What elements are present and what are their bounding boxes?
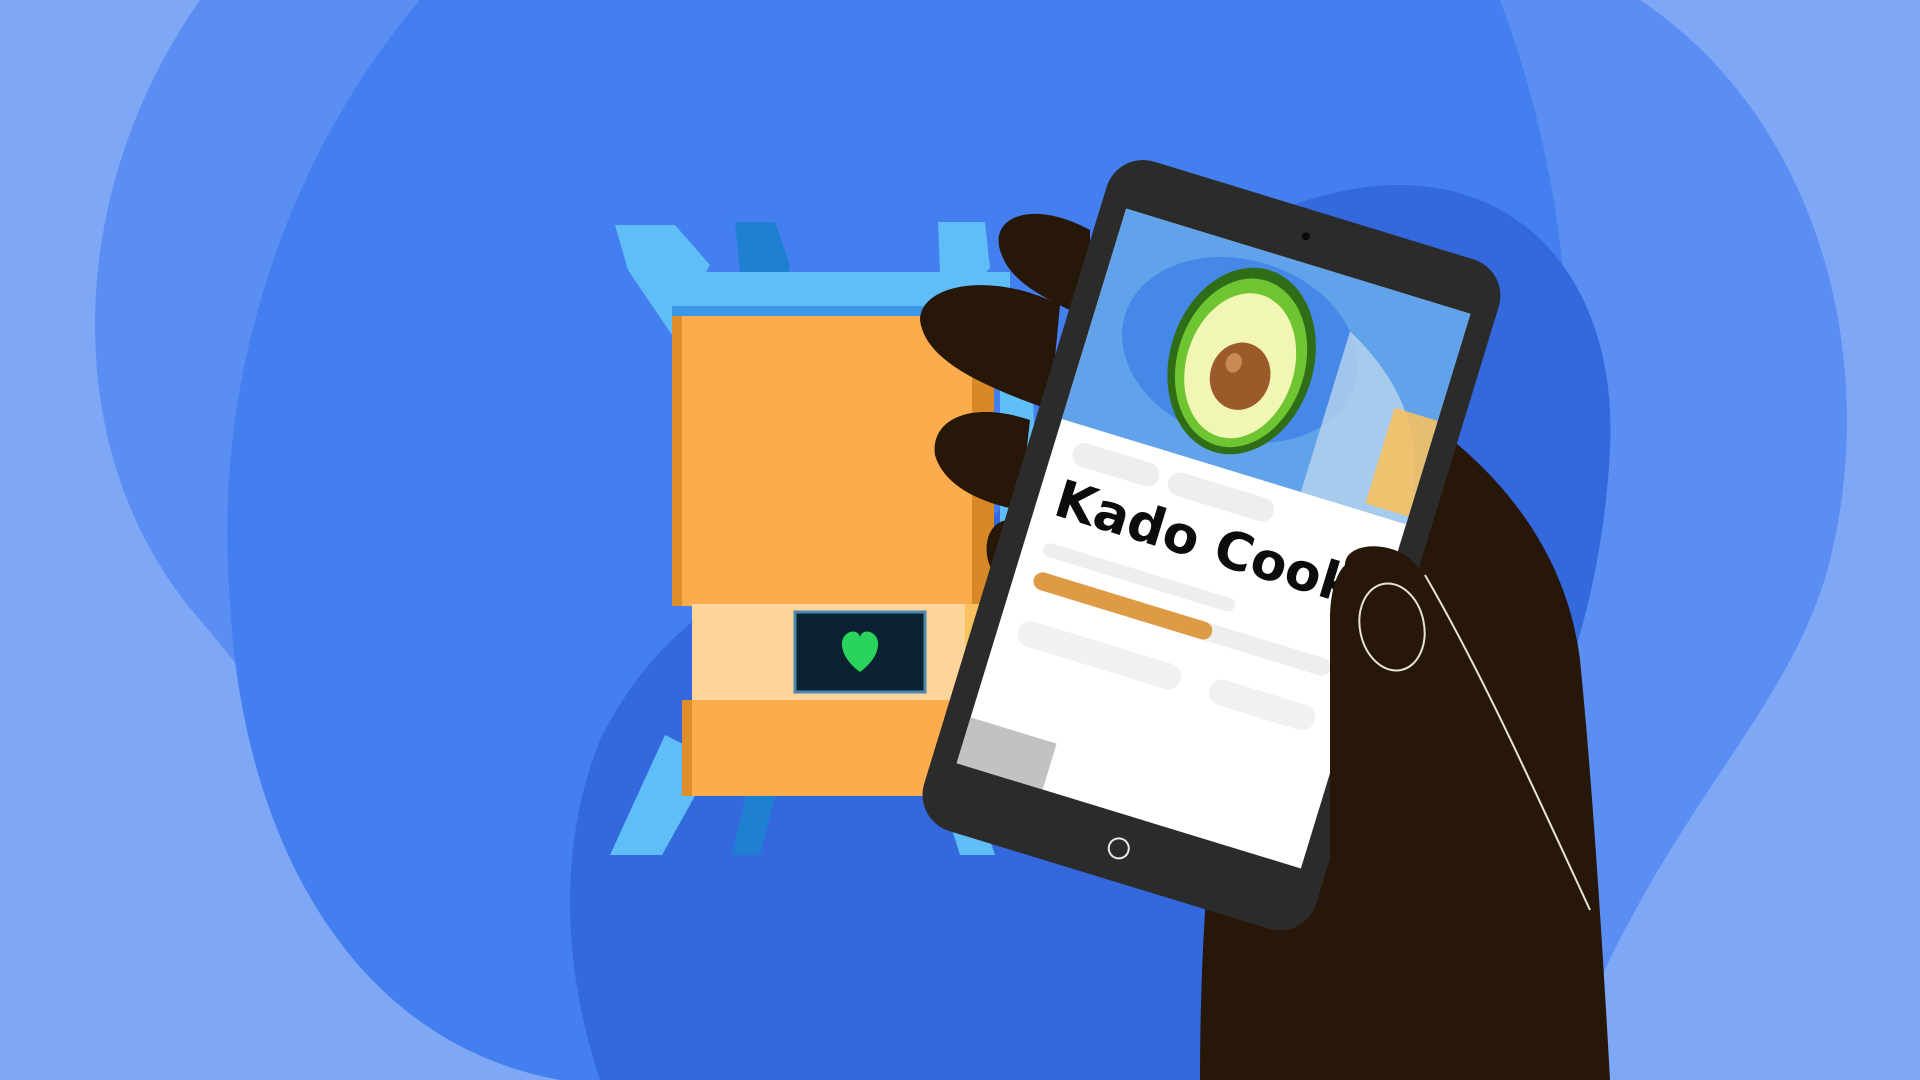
illustration-scene: Kado Cooks xyxy=(0,0,1920,1080)
